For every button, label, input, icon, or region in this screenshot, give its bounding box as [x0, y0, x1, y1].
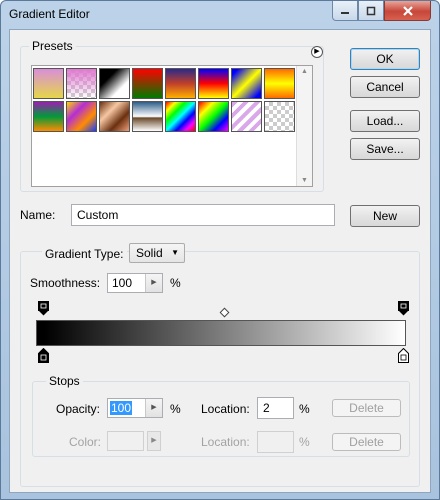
title-bar: Gradient Editor — [1, 1, 439, 29]
opacity-label: Opacity: — [56, 402, 101, 416]
opacity-stop-left[interactable] — [38, 301, 49, 316]
smoothness-label: Smoothness: — [30, 276, 101, 290]
maximize-button[interactable] — [358, 1, 384, 21]
gradient-type-select[interactable]: Solid ▼ — [129, 243, 185, 263]
opacity-location-label: Location: — [201, 402, 250, 416]
cancel-button[interactable]: Cancel — [350, 76, 420, 98]
preset-swatch-spectrum[interactable] — [165, 101, 196, 132]
color-location-unit: % — [299, 435, 310, 449]
preset-swatch-copper[interactable] — [99, 101, 130, 132]
minimize-button[interactable] — [332, 1, 358, 21]
opacity-arrow-icon[interactable]: ▶ — [145, 399, 162, 417]
gradient-editor-window: Gradient Editor Presets ▲ ▼ ▶ OK Cancel … — [0, 0, 440, 500]
preset-swatch-fg-to-bg[interactable] — [33, 68, 64, 99]
color-label: Color: — [69, 435, 102, 449]
presets-list[interactable]: ▲ ▼ — [31, 65, 313, 187]
gradient-type-label: Gradient Type: — [42, 247, 127, 261]
window-title: Gradient Editor — [9, 7, 90, 21]
opacity-stop-right[interactable] — [398, 301, 409, 316]
preset-swatch-chrome[interactable] — [132, 101, 163, 132]
close-icon — [402, 5, 413, 16]
presets-label: Presets — [29, 39, 76, 53]
preset-swatch-blue-red-yellow[interactable] — [198, 68, 229, 99]
preset-swatch-black-to-white[interactable] — [99, 68, 130, 99]
opacity-location-field[interactable]: 2 — [257, 397, 294, 419]
color-swatch-field[interactable] — [107, 431, 144, 451]
opacity-delete-button[interactable]: Delete — [332, 399, 401, 417]
color-stop-left[interactable] — [38, 348, 49, 363]
gradient-type-value: Solid — [136, 246, 163, 260]
preset-swatch-violet-green-orange[interactable] — [33, 101, 64, 132]
scroll-up-icon[interactable]: ▲ — [301, 68, 308, 75]
chevron-down-icon: ▼ — [171, 248, 179, 257]
name-field[interactable]: Custom — [71, 204, 335, 226]
save-button[interactable]: Save... — [350, 138, 420, 160]
preset-swatch-violet-orange[interactable] — [165, 68, 196, 99]
maximize-icon — [366, 6, 376, 15]
stops-label: Stops — [46, 374, 83, 388]
preset-swatch-orange-yellow-orange[interactable] — [264, 68, 295, 99]
preset-swatch-transparent[interactable] — [264, 101, 295, 132]
preset-swatch-transparent-rainbow[interactable] — [198, 101, 229, 132]
dialog-body: Presets ▲ ▼ ▶ OK Cancel Load... Save... … — [9, 29, 431, 493]
ok-button[interactable]: OK — [350, 48, 420, 70]
preset-swatch-blue-yellow-blue[interactable] — [231, 68, 262, 99]
presets-scrollbar[interactable]: ▲ ▼ — [296, 66, 312, 186]
load-button[interactable]: Load... — [350, 110, 420, 132]
color-delete-button[interactable]: Delete — [332, 433, 401, 451]
preset-swatch-transparent-stripes[interactable] — [231, 101, 262, 132]
gradient-preview-bar[interactable] — [36, 320, 406, 346]
smoothness-value: 100 — [112, 276, 133, 290]
new-button[interactable]: New — [350, 205, 420, 227]
presets-group: Presets ▲ ▼ — [20, 39, 324, 192]
scroll-down-icon[interactable]: ▼ — [301, 177, 308, 184]
opacity-location-unit: % — [299, 402, 310, 416]
opacity-stepper[interactable]: 100 ▶ — [107, 398, 163, 418]
color-location-field[interactable] — [257, 431, 294, 453]
color-arrow-icon[interactable]: ▶ — [147, 431, 161, 451]
preset-swatch-yellow-violet-orange-blue[interactable] — [66, 101, 97, 132]
smoothness-unit: % — [170, 276, 181, 290]
preset-swatch-red-green[interactable] — [132, 68, 163, 99]
smoothness-arrow-icon[interactable]: ▶ — [145, 274, 162, 292]
preset-swatch-fg-to-transparent[interactable] — [66, 68, 97, 99]
name-label: Name: — [20, 208, 56, 222]
presets-menu-icon[interactable]: ▶ — [311, 46, 323, 58]
color-stop-right[interactable] — [398, 348, 409, 363]
close-button[interactable] — [384, 1, 431, 21]
minimize-icon — [341, 11, 349, 14]
smoothness-stepper[interactable]: 100 ▶ — [107, 273, 163, 293]
opacity-value: 100 — [110, 401, 133, 415]
opacity-unit: % — [170, 402, 181, 416]
color-location-label: Location: — [201, 435, 250, 449]
